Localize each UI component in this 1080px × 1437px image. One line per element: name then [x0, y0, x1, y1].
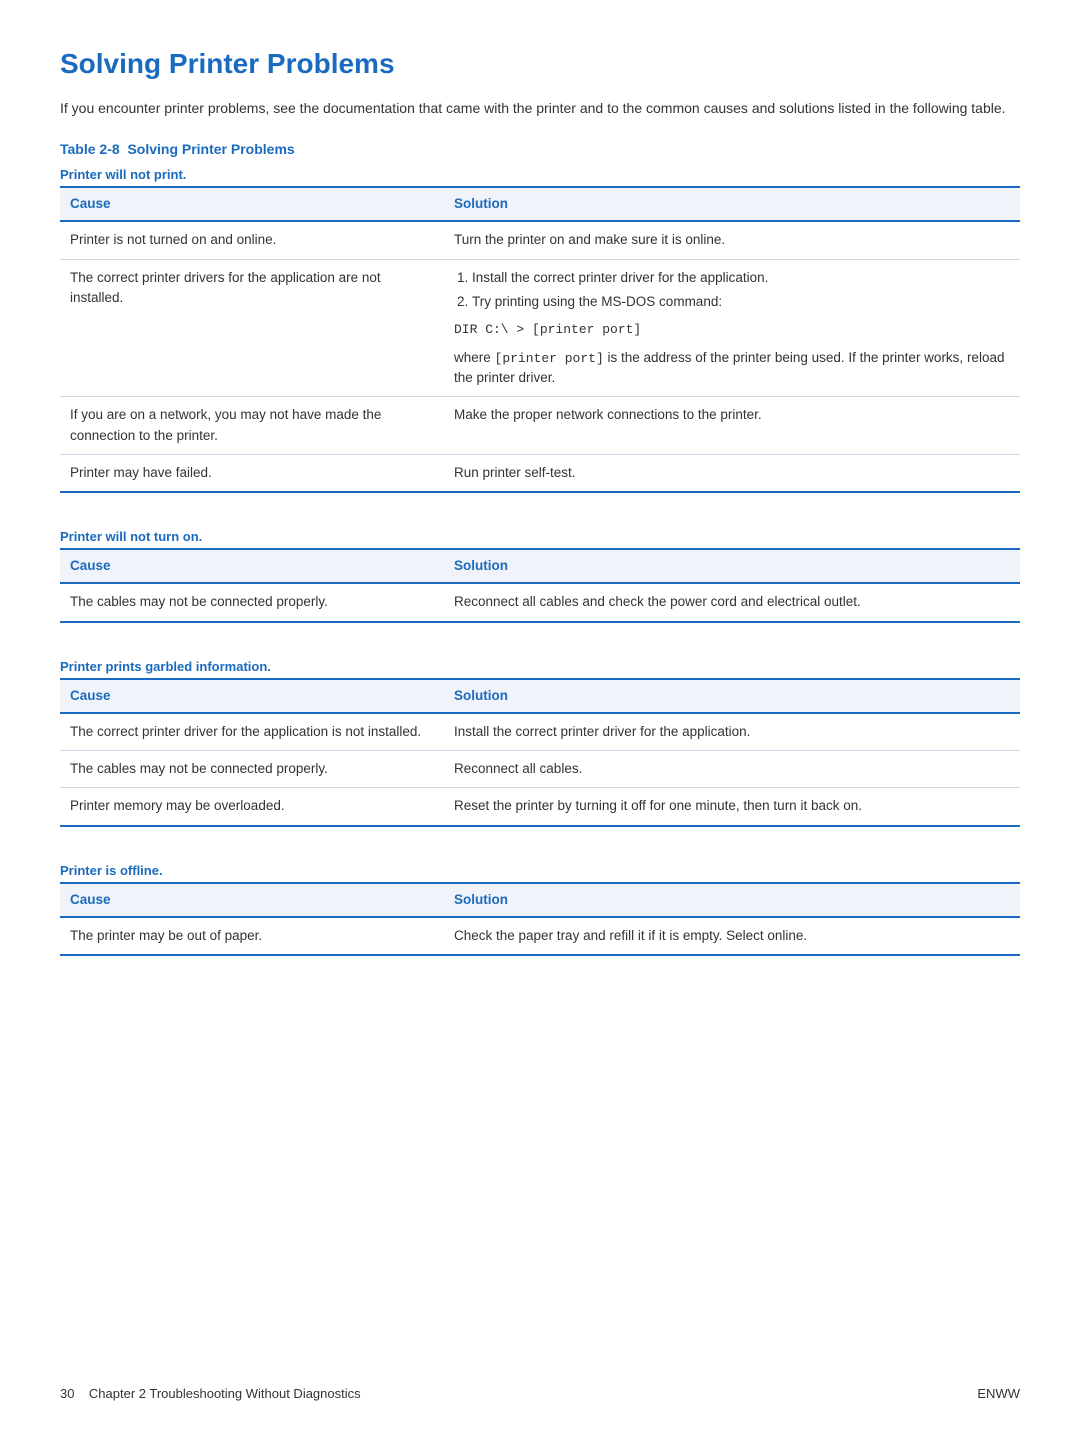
footer-brand: ENWW [977, 1386, 1020, 1401]
solution-cell: Install the correct printer driver for t… [444, 713, 1020, 751]
section-header: Printer prints garbled information. [60, 659, 1020, 678]
problem-table: CauseSolutionThe printer may be out of p… [60, 882, 1020, 957]
cause-cell: Printer is not turned on and online. [60, 221, 444, 259]
footer: 30 Chapter 2 Troubleshooting Without Dia… [0, 1386, 1080, 1401]
section-header: Printer will not turn on. [60, 529, 1020, 548]
table-row: Printer memory may be overloaded.Reset t… [60, 788, 1020, 826]
section-header: Printer is offline. [60, 863, 1020, 882]
section-1: Printer will not turn on.CauseSolutionTh… [60, 529, 1020, 623]
footer-page-number: 30 [60, 1386, 74, 1401]
table-row: If you are on a network, you may not hav… [60, 397, 1020, 455]
intro-text: If you encounter printer problems, see t… [60, 98, 1020, 119]
table-row: The correct printer driver for the appli… [60, 713, 1020, 751]
solution-cell: Turn the printer on and make sure it is … [444, 221, 1020, 259]
footer-page-chapter: 30 Chapter 2 Troubleshooting Without Dia… [60, 1386, 361, 1401]
cause-cell: The cables may not be connected properly… [60, 583, 444, 621]
col-header-solution: Solution [444, 549, 1020, 583]
cause-cell: If you are on a network, you may not hav… [60, 397, 444, 455]
footer-chapter: Chapter 2 Troubleshooting Without Diagno… [89, 1386, 361, 1401]
section-2: Printer prints garbled information.Cause… [60, 659, 1020, 827]
col-header-solution: Solution [444, 187, 1020, 221]
table-row: The printer may be out of paper.Check th… [60, 917, 1020, 955]
problem-table: CauseSolutionThe cables may not be conne… [60, 548, 1020, 623]
cause-cell: Printer may have failed. [60, 454, 444, 492]
problem-table: CauseSolutionPrinter is not turned on an… [60, 186, 1020, 493]
table-title-prefix: Table 2-8 [60, 141, 120, 157]
table-title: Table 2-8 Solving Printer Problems [60, 141, 1020, 157]
table-row: The correct printer drivers for the appl… [60, 259, 1020, 397]
solution-list-item: Try printing using the MS-DOS command: [472, 292, 1010, 312]
solution-cell: Reset the printer by turning it off for … [444, 788, 1020, 826]
solution-cell: Install the correct printer driver for t… [444, 259, 1020, 397]
solution-cell: Check the paper tray and refill it if it… [444, 917, 1020, 955]
solution-cell: Run printer self-test. [444, 454, 1020, 492]
col-header-cause: Cause [60, 883, 444, 917]
solution-note: where [printer port] is the address of t… [454, 348, 1010, 389]
col-header-solution: Solution [444, 679, 1020, 713]
problem-table: CauseSolutionThe correct printer driver … [60, 678, 1020, 827]
col-header-cause: Cause [60, 679, 444, 713]
table-title-text: Solving Printer Problems [127, 141, 294, 157]
table-row: Printer is not turned on and online.Turn… [60, 221, 1020, 259]
col-header-solution: Solution [444, 883, 1020, 917]
solution-list-item: Install the correct printer driver for t… [472, 268, 1010, 288]
cause-cell: The cables may not be connected properly… [60, 751, 444, 788]
section-header: Printer will not print. [60, 167, 1020, 186]
section-0: Printer will not print.CauseSolutionPrin… [60, 167, 1020, 493]
cause-cell: The correct printer driver for the appli… [60, 713, 444, 751]
section-3: Printer is offline.CauseSolutionThe prin… [60, 863, 1020, 957]
col-header-cause: Cause [60, 549, 444, 583]
table-row: The cables may not be connected properly… [60, 583, 1020, 621]
cause-cell: The correct printer drivers for the appl… [60, 259, 444, 397]
table-row: The cables may not be connected properly… [60, 751, 1020, 788]
solution-cell: Reconnect all cables and check the power… [444, 583, 1020, 621]
page-title: Solving Printer Problems [60, 48, 1020, 80]
solution-code: DIR C:\ > [printer port] [454, 320, 1010, 340]
cause-cell: The printer may be out of paper. [60, 917, 444, 955]
table-row: Printer may have failed.Run printer self… [60, 454, 1020, 492]
cause-cell: Printer memory may be overloaded. [60, 788, 444, 826]
solution-cell: Reconnect all cables. [444, 751, 1020, 788]
solution-cell: Make the proper network connections to t… [444, 397, 1020, 455]
col-header-cause: Cause [60, 187, 444, 221]
